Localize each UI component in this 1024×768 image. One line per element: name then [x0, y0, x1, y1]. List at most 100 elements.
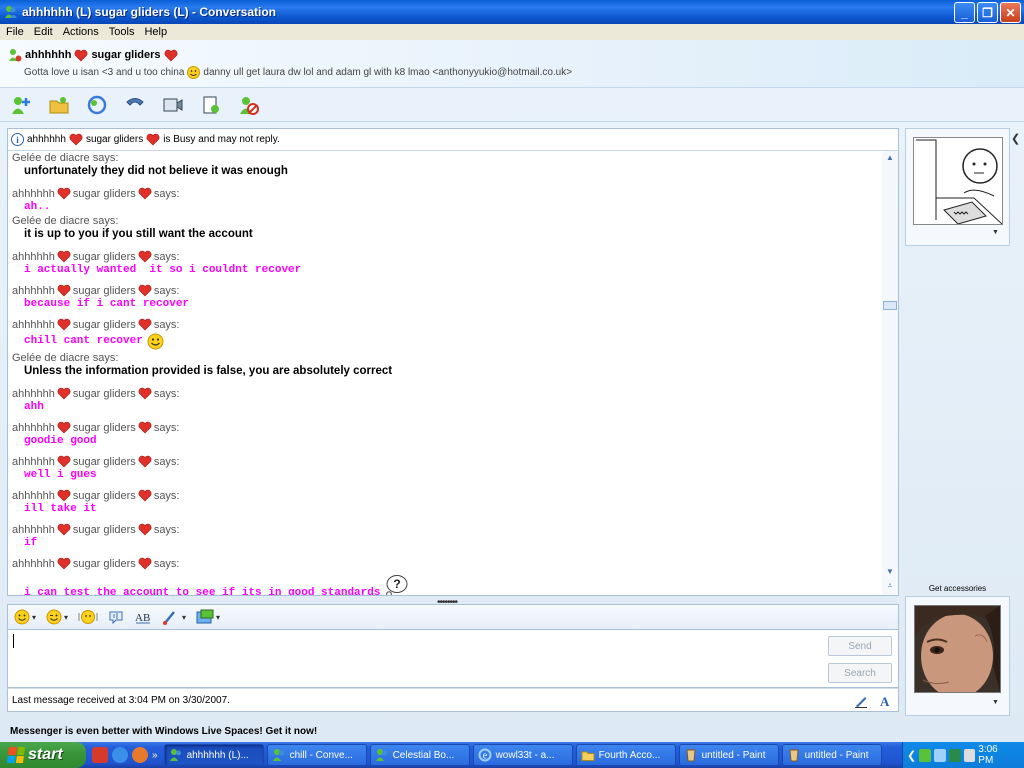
volume-tray-icon[interactable] — [963, 748, 976, 762]
sender-name-part2: sugar gliders — [72, 388, 136, 400]
task-button[interactable]: Celestial Bo... — [369, 744, 470, 766]
close-button[interactable]: ✕ — [1000, 2, 1021, 23]
menu-edit[interactable]: Edit — [30, 26, 59, 38]
sender-says: Gelée de diacre says: — [12, 151, 119, 164]
start-button[interactable]: start — [0, 742, 86, 768]
font-button[interactable]: AB — [134, 609, 152, 625]
nudge-button[interactable] — [78, 609, 98, 625]
message-text-content: ahh — [24, 400, 44, 413]
collapse-panel-chevron-icon[interactable]: ❮ — [1011, 132, 1020, 145]
message: ahhhhhh sugar gliders says: ill take it — [12, 482, 878, 516]
message-text: Unless the information provided is false… — [24, 365, 393, 377]
heart-emoticon-icon — [146, 133, 160, 146]
formatting-toolbar: ▾ ▾ AB ▾ ▾ — [7, 604, 899, 630]
contact-picture-menu-arrow[interactable]: ▼ — [992, 229, 999, 236]
task-button[interactable]: untitled - Paint — [678, 744, 779, 766]
handwriting-button[interactable] — [852, 692, 870, 709]
message-text-content: because if i cant recover — [24, 297, 190, 310]
scroll-end-arrow[interactable]: ⩡ — [885, 581, 895, 591]
sender-name-part2: sugar gliders — [72, 251, 136, 263]
heart-emoticon-icon — [57, 250, 71, 263]
heart-emoticon-icon — [138, 523, 152, 536]
scroll-thumb[interactable] — [883, 301, 897, 310]
webcam-button[interactable] — [160, 92, 186, 118]
wink-button[interactable]: ▾ — [46, 609, 68, 625]
conversation-scrollbar[interactable]: ▲ ▼ ⩡ — [882, 151, 898, 595]
security-tray-icon[interactable] — [948, 748, 961, 762]
send-image-button[interactable]: ▾ — [196, 609, 220, 625]
taskbar: start » ahhhhhh (L)... chill - Conve... … — [0, 742, 1024, 768]
msn-icon — [169, 749, 181, 761]
photo-avatar-image — [915, 606, 1000, 692]
task-button[interactable]: Fourth Acco... — [575, 744, 676, 766]
spaces-promo-link[interactable]: Messenger is even better with Windows Li… — [10, 726, 317, 737]
menu-actions[interactable]: Actions — [59, 26, 105, 38]
heart-emoticon-icon — [57, 455, 71, 468]
my-display-picture[interactable] — [914, 605, 1001, 693]
video-call-button[interactable] — [84, 92, 110, 118]
emoticon-button[interactable]: ▾ — [14, 609, 36, 625]
message: ahhhhhh sugar gliders says: ah.. — [12, 180, 878, 214]
text-mode-icon: A — [880, 694, 890, 708]
voice-clip-button[interactable] — [108, 609, 124, 625]
msn-tray-icon[interactable] — [919, 748, 931, 762]
background-button[interactable]: ▾ — [162, 609, 186, 625]
heart-emoticon-icon — [138, 318, 152, 331]
call-button[interactable] — [122, 92, 148, 118]
smiley-icon — [14, 609, 30, 625]
acrobat-icon[interactable] — [92, 747, 108, 763]
firefox-icon[interactable] — [132, 747, 148, 763]
svg-text:e: e — [482, 751, 487, 762]
search-button[interactable]: Search — [828, 663, 892, 683]
paint-icon — [686, 749, 696, 762]
send-button[interactable]: Send — [828, 636, 892, 656]
menu-help[interactable]: Help — [140, 26, 173, 38]
sender-label: Gelée de diacre says: — [12, 151, 878, 164]
activities-button[interactable] — [198, 92, 224, 118]
msn-icon — [375, 749, 387, 761]
video-call-icon — [87, 95, 107, 114]
system-tray: ❮ 3:06 PM — [902, 742, 1024, 768]
menu-tools[interactable]: Tools — [105, 26, 141, 38]
status-bar: Last message received at 3:04 PM on 3/30… — [7, 688, 899, 712]
ie-icon[interactable] — [112, 747, 128, 763]
send-files-button[interactable] — [46, 92, 72, 118]
block-button[interactable] — [236, 92, 262, 118]
task-button[interactable]: e wowl33t - a... — [472, 744, 573, 766]
sender-says: Gelée de diacre says: — [12, 214, 119, 227]
task-button[interactable]: untitled - Paint — [781, 744, 882, 766]
message-text: chill cant recover — [12, 331, 878, 351]
cartoon-avatar-image — [914, 138, 1002, 224]
message-input[interactable]: Send Search — [7, 630, 899, 688]
sender-name-part1: ahhhhhh — [12, 251, 55, 263]
sender-label: ahhhhhh sugar gliders says: — [12, 516, 878, 536]
scroll-down-arrow[interactable]: ▼ — [885, 567, 895, 576]
network-tray-icon[interactable] — [933, 748, 946, 762]
window-title: ahhhhhh (L) sugar gliders (L) - Conversa… — [22, 5, 277, 19]
my-picture-menu-arrow[interactable]: ▼ — [992, 699, 999, 706]
invite-contact-button[interactable] — [8, 92, 34, 118]
text-mode-button[interactable]: A — [876, 692, 894, 709]
message-text-content: if — [24, 536, 38, 549]
messenger-window: ahhhhhh sugar gliders Gotta love u isan … — [0, 40, 1024, 742]
message: Gelée de diacre says: Unless the informa… — [12, 351, 878, 380]
task-button[interactable]: chill - Conve... — [266, 744, 367, 766]
menu-file[interactable]: File — [2, 26, 30, 38]
get-accessories-link[interactable]: Get accessories — [905, 584, 1010, 593]
scroll-up-arrow[interactable]: ▲ — [885, 153, 895, 162]
sender-label: ahhhhhh sugar gliders says: — [12, 311, 878, 331]
more-quicklaunch-icon[interactable]: » — [152, 750, 158, 761]
conversation-history[interactable]: i ahhhhhh sugar gliders is Busy and may … — [7, 128, 899, 596]
task-button[interactable]: ahhhhhh (L)... — [163, 744, 264, 766]
sender-label: ahhhhhh sugar gliders says: — [12, 277, 878, 297]
message: Gelée de diacre says: it is up to you if… — [12, 214, 878, 243]
task-label: chill - Conve... — [289, 749, 353, 761]
contact-name[interactable]: ahhhhhh sugar gliders — [8, 48, 178, 62]
message-list: Gelée de diacre says: unfortunately they… — [12, 151, 878, 595]
contact-display-picture[interactable] — [913, 137, 1003, 225]
tray-expand-icon[interactable]: ❮ — [907, 749, 916, 762]
title-bar[interactable]: ahhhhhh (L) sugar gliders (L) - Conversa… — [0, 0, 1024, 24]
maximize-button[interactable]: ❐ — [977, 2, 998, 23]
minimize-button[interactable]: _ — [954, 2, 975, 23]
sender-says: says: — [153, 188, 180, 200]
